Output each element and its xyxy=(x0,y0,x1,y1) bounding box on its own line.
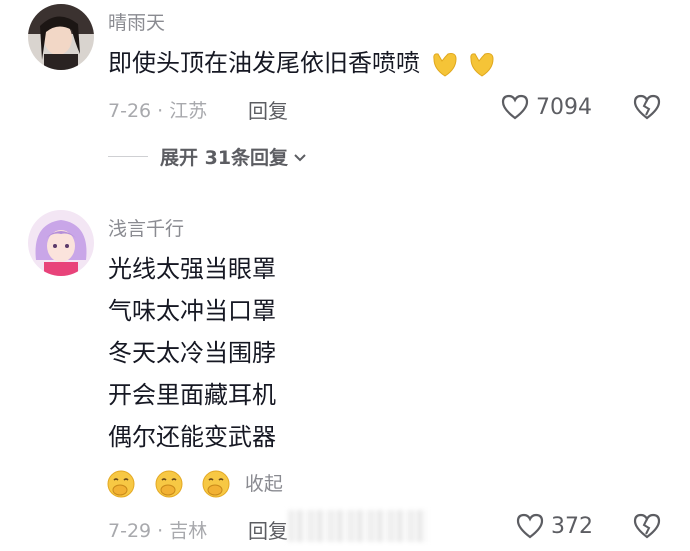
comment-text-line: 冬天太冷当围脖 xyxy=(108,339,276,367)
expand-replies-label: 展开 31条回复 xyxy=(160,147,289,169)
comment-text-line: 光线太强当眼罩 xyxy=(108,255,276,283)
comment-text-line: 气味太冲当口罩 xyxy=(108,297,276,325)
username[interactable]: 晴雨天 xyxy=(108,8,165,35)
avatar[interactable] xyxy=(28,4,94,70)
collapse-button[interactable]: 收起 xyxy=(245,473,283,495)
expand-replies[interactable]: 展开 31条回复 xyxy=(108,143,308,170)
like-button[interactable]: 372 xyxy=(515,512,593,540)
yellow-heart-hands-emoji xyxy=(470,53,494,77)
comment-text: 即使头顶在油发尾依旧香喷喷 xyxy=(108,48,497,79)
blurred-watermark xyxy=(288,510,428,542)
reply-button[interactable]: 回复 xyxy=(248,95,288,124)
yellow-heart-hands-emoji xyxy=(432,53,457,77)
hand-over-mouth-emoji xyxy=(202,470,230,498)
username[interactable]: 浅言千行 xyxy=(108,214,184,241)
like-count: 372 xyxy=(551,513,593,539)
comment-2: 浅言千行 光线太强当眼罩 气味太冲当口罩 冬天太冷当围脖 开会里面藏耳机 偶尔还… xyxy=(0,200,690,551)
chevron-down-icon xyxy=(294,153,306,161)
heart-icon xyxy=(516,513,544,539)
comment-text-line: 开会里面藏耳机 xyxy=(108,381,276,409)
divider xyxy=(108,156,148,157)
dislike-button[interactable] xyxy=(632,93,662,125)
comment-text-line: 即使头顶在油发尾依旧香喷喷 xyxy=(108,49,420,77)
reply-button[interactable]: 回复 xyxy=(248,515,288,544)
like-button[interactable]: 7094 xyxy=(500,93,592,121)
hand-over-mouth-emoji xyxy=(155,470,183,498)
dislike-button[interactable] xyxy=(632,512,662,544)
date-location: 7-29 · 吉林 xyxy=(108,520,208,542)
heart-icon xyxy=(501,94,529,120)
emoji-row: 收起 xyxy=(106,468,283,499)
broken-heart-icon xyxy=(633,513,661,539)
date-location: 7-26 · 江苏 xyxy=(108,100,208,122)
comment-text-line: 偶尔还能变武器 xyxy=(108,423,276,451)
broken-heart-icon xyxy=(633,94,661,120)
comment-1: 晴雨天 即使头顶在油发尾依旧香喷喷 7-26 · 江苏 回复 7094 展开 3… xyxy=(0,0,690,180)
hand-over-mouth-emoji xyxy=(107,470,135,498)
like-count: 7094 xyxy=(536,94,592,120)
avatar[interactable] xyxy=(28,210,94,276)
